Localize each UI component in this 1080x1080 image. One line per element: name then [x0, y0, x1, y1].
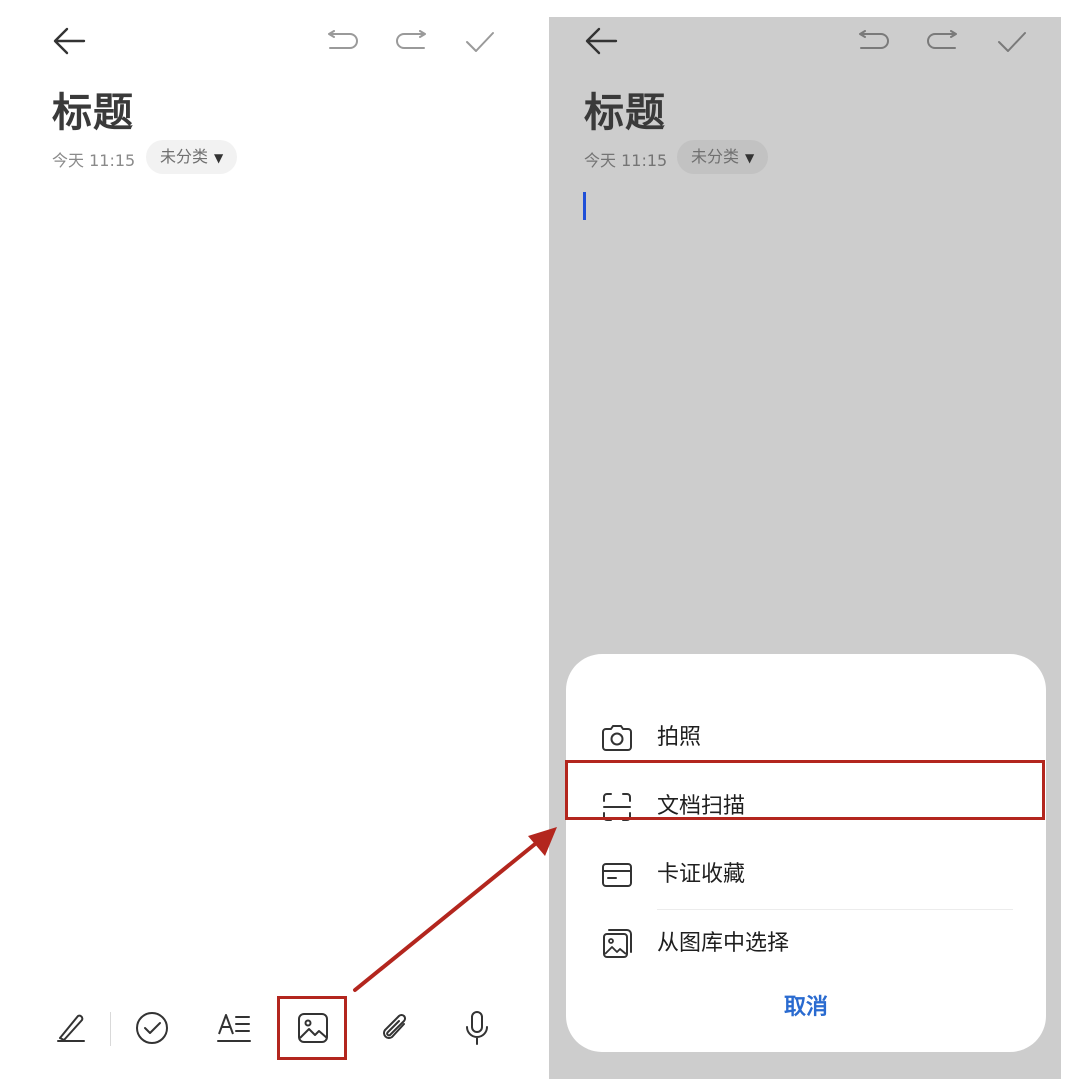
checklist-icon[interactable] [134, 1010, 170, 1046]
right-screen-dimmed: 标题 今天 11:15 未分类 ▼ 拍照 文档扫描 卡证收藏 从图库中选择 取消 [549, 17, 1061, 1079]
attachment-icon[interactable] [378, 1010, 412, 1046]
note-title: 标题 [584, 90, 666, 136]
confirm-check-icon [996, 30, 1028, 54]
card-icon [600, 858, 634, 892]
undo-icon[interactable] [326, 30, 360, 54]
gallery-icon [600, 927, 634, 961]
sheet-item-label: 从图库中选择 [657, 931, 790, 956]
document-scan-highlight [565, 760, 1045, 820]
category-label: 未分类 [160, 147, 209, 166]
redo-icon [925, 30, 959, 54]
note-title[interactable]: 标题 [52, 80, 134, 138]
undo-icon [857, 30, 891, 54]
image-icon[interactable] [297, 1012, 329, 1044]
camera-icon [600, 721, 634, 755]
confirm-check-icon[interactable] [464, 30, 496, 54]
chevron-down-icon: ▼ [214, 151, 224, 165]
redo-icon[interactable] [394, 30, 428, 54]
chevron-down-icon: ▼ [745, 151, 755, 165]
note-date: 今天 11:15 [584, 151, 668, 170]
category-label: 未分类 [691, 147, 740, 166]
cancel-button[interactable]: 取消 [566, 989, 1046, 1021]
toolbar-divider [110, 1012, 111, 1046]
back-arrow-icon [584, 26, 618, 56]
sheet-item-gallery[interactable]: 从图库中选择 [566, 910, 1046, 978]
left-screen: 标题 今天 11:15 未分类 ▼ [0, 0, 530, 1080]
note-date: 今天 11:15 [52, 151, 136, 170]
sheet-item-card[interactable]: 卡证收藏 [566, 841, 1046, 909]
text-cursor [583, 192, 586, 220]
insert-options-sheet: 拍照 文档扫描 卡证收藏 从图库中选择 取消 [566, 654, 1046, 1052]
sheet-item-label: 卡证收藏 [657, 862, 746, 887]
microphone-icon[interactable] [462, 1010, 492, 1046]
category-chip: 未分类 ▼ [677, 140, 769, 174]
text-format-icon[interactable] [216, 1012, 252, 1044]
category-chip[interactable]: 未分类 ▼ [146, 140, 238, 174]
handwriting-icon[interactable] [54, 1010, 88, 1044]
back-arrow-icon[interactable] [52, 26, 86, 56]
